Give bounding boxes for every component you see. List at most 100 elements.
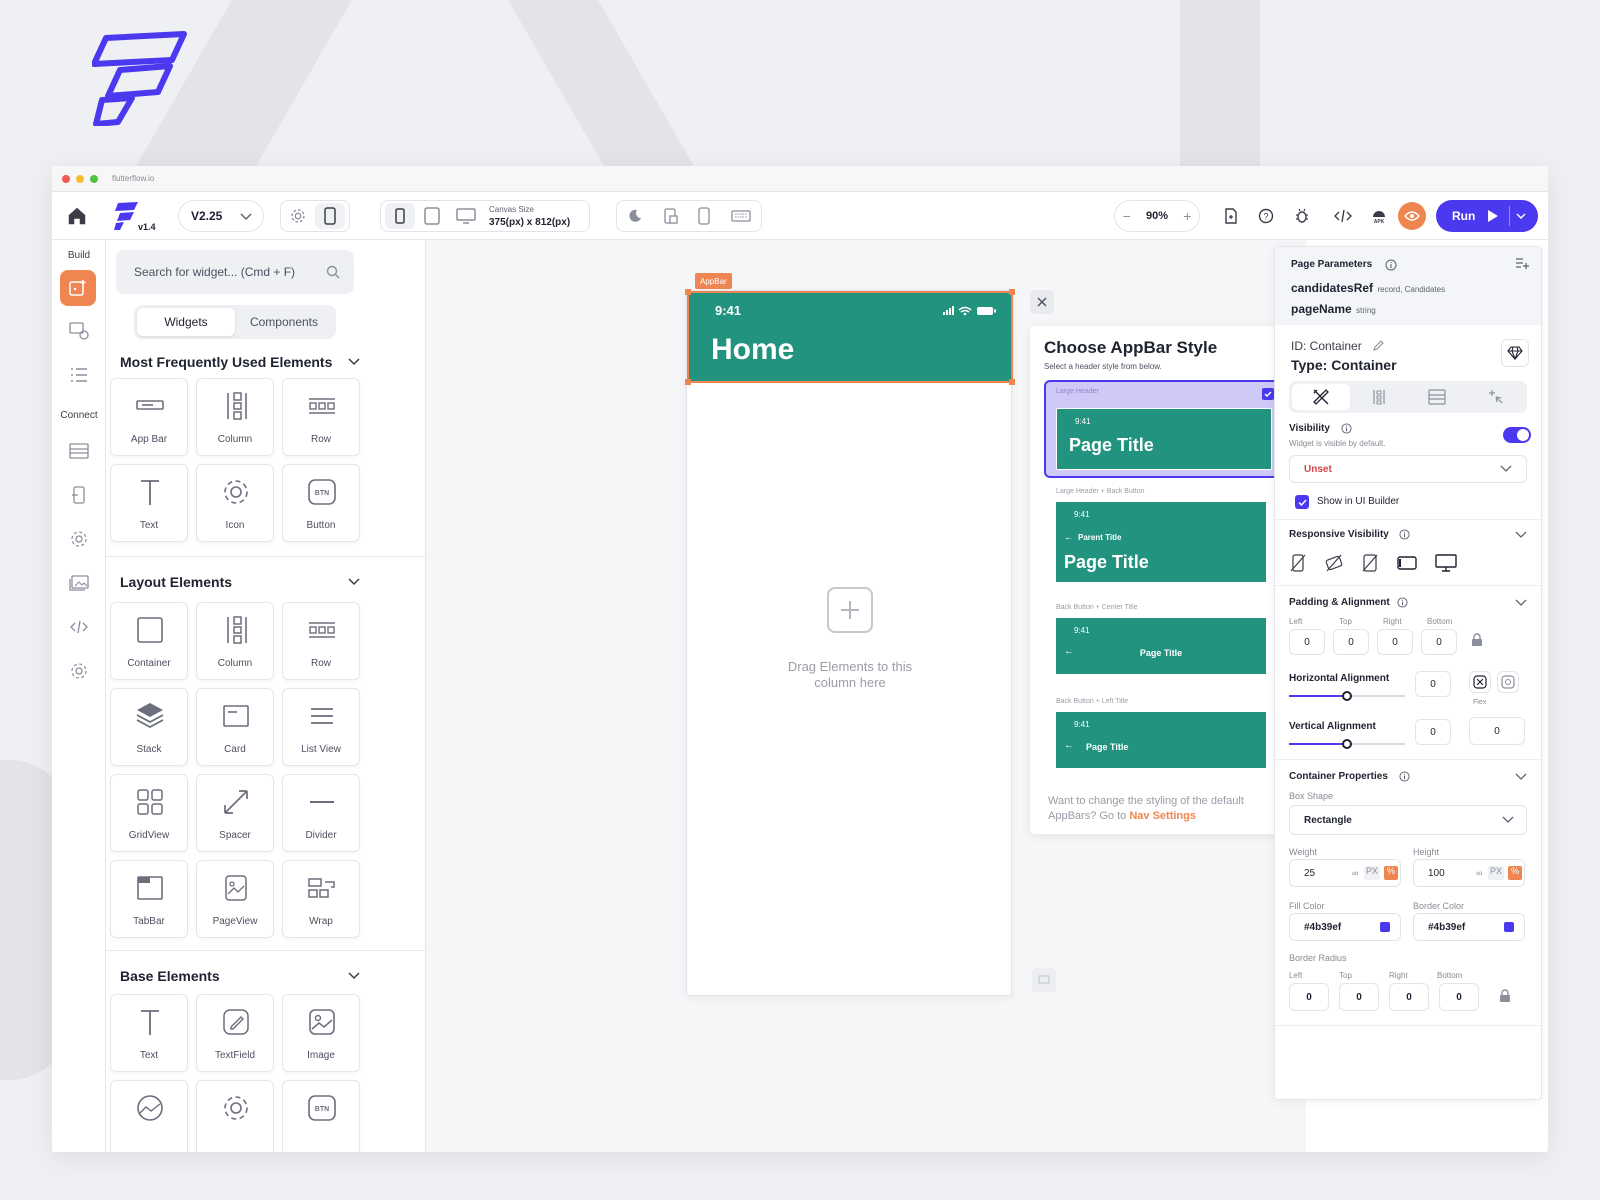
help-icon[interactable]: ? [1258, 200, 1274, 232]
visibility-select[interactable]: Unset [1289, 455, 1527, 483]
padding-top-input[interactable]: 0 [1333, 629, 1369, 655]
comment-icon[interactable] [1032, 968, 1056, 992]
bug-icon[interactable] [1294, 200, 1310, 232]
widget-tile[interactable]: Image [282, 994, 360, 1072]
section-header[interactable]: Layout Elements [120, 574, 360, 590]
phone-icon[interactable] [385, 203, 415, 229]
widget-builder-icon[interactable] [60, 270, 96, 306]
widget-tile[interactable]: Text [110, 994, 188, 1072]
widget-tile[interactable]: Spacer [196, 774, 274, 852]
radius-left-input[interactable]: 0 [1289, 983, 1329, 1011]
widget-tile[interactable]: Row [282, 602, 360, 680]
vertical-alignment-slider[interactable] [1289, 739, 1405, 749]
nav-settings-link[interactable]: Nav Settings [1129, 810, 1196, 822]
layout-tab-icon[interactable] [1350, 389, 1408, 405]
tablet-icon[interactable] [415, 207, 449, 225]
phone-frame[interactable]: AppBar 9:41 Home Drag Elements to this c… [685, 273, 1015, 996]
zoom-in-icon[interactable]: + [1183, 208, 1191, 224]
box-shape-select[interactable]: Rectangle [1289, 805, 1527, 835]
fill-color-input[interactable]: #4b39ef [1289, 913, 1401, 941]
tab-widgets[interactable]: Widgets [137, 308, 235, 336]
run-button[interactable]: Run [1436, 200, 1538, 232]
phone-hidden-icon[interactable] [1289, 553, 1307, 573]
widget-tile[interactable]: TabBar [110, 860, 188, 938]
fill-color-swatch[interactable] [1380, 922, 1390, 932]
widget-tile[interactable]: Divider [282, 774, 360, 852]
widget-tile[interactable]: Container [110, 602, 188, 680]
widget-tile[interactable]: Column [196, 602, 274, 680]
checkbox-checked-icon[interactable] [1262, 388, 1274, 400]
widget-tile[interactable]: Column [196, 378, 274, 456]
unit-percent[interactable]: % [1384, 866, 1399, 880]
height-input[interactable]: 100 ∞ PX % [1413, 859, 1525, 887]
minimize-dot[interactable] [76, 174, 84, 183]
widget-tile[interactable]: Row [282, 378, 360, 456]
widget-tile[interactable]: BTN [282, 1080, 360, 1152]
properties-tab-icon[interactable] [1292, 384, 1350, 410]
lock-icon[interactable] [1471, 633, 1483, 647]
unit-px[interactable]: PX [1364, 866, 1381, 880]
close-dot[interactable] [62, 174, 70, 183]
edit-pencil-icon[interactable] [1373, 339, 1385, 351]
unit-px[interactable]: PX [1488, 866, 1505, 880]
theme-icon[interactable] [66, 318, 92, 344]
visibility-toggle[interactable] [1503, 427, 1531, 443]
radius-right-input[interactable]: 0 [1389, 983, 1429, 1011]
chevron-down-icon[interactable] [1515, 599, 1527, 607]
horizontal-alignment-slider[interactable] [1289, 691, 1405, 701]
expanded-icon[interactable] [1497, 671, 1519, 693]
version-select[interactable]: V2.25 [178, 200, 264, 232]
integrations-gear-icon[interactable] [66, 526, 92, 552]
appbar-option-large-back[interactable]: 9:41 ← Parent Title Page Title [1056, 502, 1266, 582]
tablet-landscape-icon[interactable] [1397, 553, 1417, 573]
flex-input[interactable]: 0 [1469, 717, 1525, 745]
padding-bottom-input[interactable]: 0 [1421, 629, 1457, 655]
gear-icon[interactable] [281, 208, 315, 224]
tab-components[interactable]: Components [235, 308, 333, 336]
vertical-alignment-input[interactable]: 0 [1415, 719, 1451, 745]
widget-tile[interactable]: Text [110, 464, 188, 542]
widget-tile[interactable]: PageView [196, 860, 274, 938]
actions-tab-icon[interactable] [1466, 389, 1524, 405]
maximize-dot[interactable] [90, 174, 98, 183]
close-icon[interactable] [1030, 290, 1054, 314]
media-assets-icon[interactable] [66, 570, 92, 596]
preview-eye-icon[interactable] [1398, 202, 1426, 230]
widget-tile[interactable]: GridView [110, 774, 188, 852]
widget-tile[interactable]: Stack [110, 688, 188, 766]
widget-tile[interactable]: Icon [196, 464, 274, 542]
database-icon[interactable] [66, 438, 92, 464]
app-bar[interactable]: AppBar 9:41 Home [685, 273, 1015, 385]
custom-code-icon[interactable] [66, 614, 92, 640]
widget-tile[interactable]: List View [282, 688, 360, 766]
widget-tile[interactable] [196, 1080, 274, 1152]
export-icon[interactable] [1224, 200, 1238, 232]
border-color-swatch[interactable] [1504, 922, 1514, 932]
chevron-down-icon[interactable] [1515, 773, 1527, 781]
widget-tile[interactable] [110, 1080, 188, 1152]
lock-icon[interactable] [1499, 989, 1511, 1003]
add-parameter-icon[interactable] [1515, 257, 1529, 269]
settings-gear-icon[interactable] [66, 658, 92, 684]
keyboard-icon[interactable] [731, 210, 751, 222]
section-header[interactable]: Base Elements [120, 968, 360, 984]
android-apk-icon[interactable]: APK [1370, 200, 1388, 232]
desktop-icon[interactable] [449, 208, 483, 224]
widget-search-input[interactable]: Search for widget... (Cmd + F) [116, 250, 354, 294]
unit-percent[interactable]: % [1508, 866, 1523, 880]
api-calls-icon[interactable] [66, 482, 92, 508]
widget-tile[interactable]: Card [196, 688, 274, 766]
widget-tile[interactable]: TextField [196, 994, 274, 1072]
widget-tile[interactable]: App Bar [110, 378, 188, 456]
show-in-ui-builder-checkbox[interactable] [1295, 495, 1309, 509]
backend-query-tab-icon[interactable] [1408, 389, 1466, 405]
appbar-option-center-title[interactable]: 9:41 ← Page Title [1056, 618, 1266, 674]
section-header[interactable]: Most Frequently Used Elements [120, 354, 360, 370]
zoom-out-icon[interactable]: − [1123, 208, 1131, 224]
width-input[interactable]: 25 ∞ PX % [1289, 859, 1401, 887]
radius-bottom-input[interactable]: 0 [1439, 983, 1479, 1011]
appbar-option-left-title[interactable]: 9:41 ← Page Title [1056, 712, 1266, 768]
widget-tile[interactable]: Wrap [282, 860, 360, 938]
responsive-icon[interactable] [664, 208, 678, 224]
phone-landscape-hidden-icon[interactable] [1325, 553, 1343, 573]
